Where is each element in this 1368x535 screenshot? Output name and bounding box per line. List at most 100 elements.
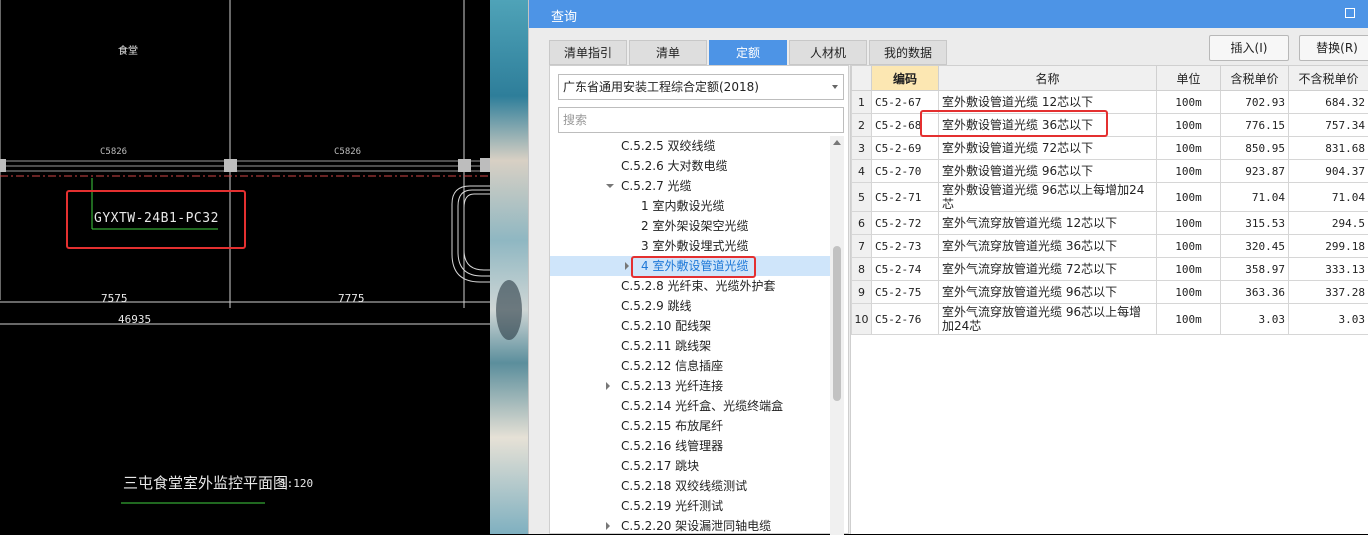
cell-notax-price[interactable]: 831.68 [1289, 137, 1368, 160]
table-row[interactable]: 4 C5-2-70 室外敷设管道光缆 96芯以下 100m 923.87 904… [852, 160, 1368, 183]
cell-notax-price[interactable]: 684.32 [1289, 91, 1368, 114]
cell-name[interactable]: 室外敷设管道光缆 96芯以上每增加24芯 [939, 183, 1157, 212]
table-row[interactable]: 9 C5-2-75 室外气流穿放管道光缆 96芯以下 100m 363.36 3… [852, 281, 1368, 304]
cell-tax-price[interactable]: 776.15 [1221, 114, 1289, 137]
tree-node[interactable]: C.5.2.10 配线架 [550, 316, 830, 336]
maximize-icon[interactable] [1345, 8, 1355, 18]
cell-code[interactable]: C5-2-70 [872, 160, 939, 183]
cell-tax-price[interactable]: 363.36 [1221, 281, 1289, 304]
cell-unit[interactable]: 100m [1157, 281, 1221, 304]
tree-scrollbar[interactable] [830, 136, 844, 535]
cell-name[interactable]: 室外气流穿放管道光缆 36芯以下 [939, 235, 1157, 258]
tree-node[interactable]: C.5.2.15 布放尾纤 [550, 416, 830, 436]
tree-node[interactable]: C.5.2.5 双绞线缆 [550, 136, 830, 156]
tab-quota[interactable]: 定额 [709, 40, 787, 65]
cell-unit[interactable]: 100m [1157, 91, 1221, 114]
tree-node[interactable]: C.5.2.11 跳线架 [550, 336, 830, 356]
cell-notax-price[interactable]: 757.34 [1289, 114, 1368, 137]
tab-labor-material-machine[interactable]: 人材机 [789, 40, 867, 65]
tree-node[interactable]: C.5.2.7 光缆 [550, 176, 830, 196]
cell-name[interactable]: 室外气流穿放管道光缆 12芯以下 [939, 212, 1157, 235]
cell-code[interactable]: C5-2-72 [872, 212, 939, 235]
tree-node[interactable]: C.5.2.6 大对数电缆 [550, 156, 830, 176]
cell-notax-price[interactable]: 294.5 [1289, 212, 1368, 235]
insert-button[interactable]: 插入(I) [1209, 35, 1289, 61]
cell-tax-price[interactable]: 702.93 [1221, 91, 1289, 114]
quota-library-select[interactable]: 广东省通用安装工程综合定额(2018) [558, 74, 844, 100]
table-row[interactable]: 10 C5-2-76 室外气流穿放管道光缆 96芯以上每增加24芯 100m 3… [852, 304, 1368, 335]
cell-unit[interactable]: 100m [1157, 160, 1221, 183]
row-number: 8 [852, 258, 872, 281]
cell-unit[interactable]: 100m [1157, 258, 1221, 281]
cell-code[interactable]: C5-2-71 [872, 183, 939, 212]
tree-node-label: C.5.2.19 光纤测试 [621, 496, 723, 516]
column-header-unit[interactable]: 单位 [1157, 66, 1221, 91]
cell-tax-price[interactable]: 358.97 [1221, 258, 1289, 281]
tree-node[interactable]: 1 室内敷设光缆 [550, 196, 830, 216]
cell-code[interactable]: C5-2-69 [872, 137, 939, 160]
column-header-tax-price[interactable]: 含税单价 [1221, 66, 1289, 91]
cell-tax-price[interactable]: 923.87 [1221, 160, 1289, 183]
replace-button[interactable]: 替换(R) [1299, 35, 1368, 61]
cell-tax-price[interactable]: 71.04 [1221, 183, 1289, 212]
cell-unit[interactable]: 100m [1157, 137, 1221, 160]
cell-code[interactable]: C5-2-76 [872, 304, 939, 335]
cell-unit[interactable]: 100m [1157, 304, 1221, 335]
cell-tax-price[interactable]: 315.53 [1221, 212, 1289, 235]
cell-tax-price[interactable]: 3.03 [1221, 304, 1289, 335]
scrollbar-thumb[interactable] [833, 246, 841, 401]
cell-notax-price[interactable]: 3.03 [1289, 304, 1368, 335]
tree-node-label: C.5.2.8 光纤束、光缆外护套 [621, 276, 776, 296]
cell-notax-price[interactable]: 71.04 [1289, 183, 1368, 212]
tree-node[interactable]: 3 室外敷设埋式光缆 [550, 236, 830, 256]
cell-unit[interactable]: 100m [1157, 212, 1221, 235]
tree-node[interactable]: C.5.2.9 跳线 [550, 296, 830, 316]
cell-notax-price[interactable]: 337.28 [1289, 281, 1368, 304]
column-header-notax-price[interactable]: 不含税单价 [1289, 66, 1368, 91]
cell-tax-price[interactable]: 320.45 [1221, 235, 1289, 258]
collapsed-arrow-icon[interactable] [606, 522, 610, 530]
tab-bill[interactable]: 清单 [629, 40, 707, 65]
cell-notax-price[interactable]: 299.18 [1289, 235, 1368, 258]
table-row[interactable]: 8 C5-2-74 室外气流穿放管道光缆 72芯以下 100m 358.97 3… [852, 258, 1368, 281]
cell-name[interactable]: 室外气流穿放管道光缆 72芯以下 [939, 258, 1157, 281]
collapsed-arrow-icon[interactable] [606, 382, 610, 390]
cell-name[interactable]: 室外敷设管道光缆 72芯以下 [939, 137, 1157, 160]
cell-name[interactable]: 室外敷设管道光缆 96芯以下 [939, 160, 1157, 183]
tree-node[interactable]: C.5.2.19 光纤测试 [550, 496, 830, 516]
cell-code[interactable]: C5-2-74 [872, 258, 939, 281]
tab-bill-guide[interactable]: 清单指引 [549, 40, 627, 65]
cell-code[interactable]: C5-2-75 [872, 281, 939, 304]
dialog-titlebar[interactable]: 查询 [529, 0, 1368, 28]
tree-node[interactable]: C.5.2.12 信息插座 [550, 356, 830, 376]
table-row[interactable]: 6 C5-2-72 室外气流穿放管道光缆 12芯以下 100m 315.53 2… [852, 212, 1368, 235]
tree-node[interactable]: C.5.2.18 双绞线缆测试 [550, 476, 830, 496]
column-header-code[interactable]: 编码 [872, 66, 939, 91]
search-input[interactable] [558, 107, 844, 133]
tree-node[interactable]: C.5.2.20 架设漏泄同轴电缆 [550, 516, 830, 535]
cell-code[interactable]: C5-2-73 [872, 235, 939, 258]
table-row[interactable]: 5 C5-2-71 室外敷设管道光缆 96芯以上每增加24芯 100m 71.0… [852, 183, 1368, 212]
tree-node[interactable]: C.5.2.13 光纤连接 [550, 376, 830, 396]
cell-tax-price[interactable]: 850.95 [1221, 137, 1289, 160]
table-row[interactable]: 7 C5-2-73 室外气流穿放管道光缆 36芯以下 100m 320.45 2… [852, 235, 1368, 258]
cad-drawing-canvas[interactable]: 食堂 C5826 C5826 GYXTW-24B1-PC32 7575 7775… [0, 0, 490, 534]
cell-unit[interactable]: 100m [1157, 114, 1221, 137]
tree-node[interactable]: C.5.2.14 光纤盒、光缆终端盒 [550, 396, 830, 416]
cell-notax-price[interactable]: 333.13 [1289, 258, 1368, 281]
table-row[interactable]: 3 C5-2-69 室外敷设管道光缆 72芯以下 100m 850.95 831… [852, 137, 1368, 160]
cell-unit[interactable]: 100m [1157, 235, 1221, 258]
tab-my-data[interactable]: 我的数据 [869, 40, 947, 65]
collapsed-arrow-icon[interactable] [625, 262, 629, 270]
column-header-name[interactable]: 名称 [939, 66, 1157, 91]
cell-name[interactable]: 室外气流穿放管道光缆 96芯以下 [939, 281, 1157, 304]
tree-node[interactable]: 2 室外架设架空光缆 [550, 216, 830, 236]
tree-node[interactable]: C.5.2.8 光纤束、光缆外护套 [550, 276, 830, 296]
expanded-arrow-icon[interactable] [606, 184, 614, 188]
tree-node[interactable]: C.5.2.16 线管理器 [550, 436, 830, 456]
cell-name[interactable]: 室外气流穿放管道光缆 96芯以上每增加24芯 [939, 304, 1157, 335]
tree-node[interactable]: C.5.2.17 跳块 [550, 456, 830, 476]
cell-unit[interactable]: 100m [1157, 183, 1221, 212]
cell-notax-price[interactable]: 904.37 [1289, 160, 1368, 183]
scroll-up-arrow-icon[interactable] [833, 140, 841, 145]
